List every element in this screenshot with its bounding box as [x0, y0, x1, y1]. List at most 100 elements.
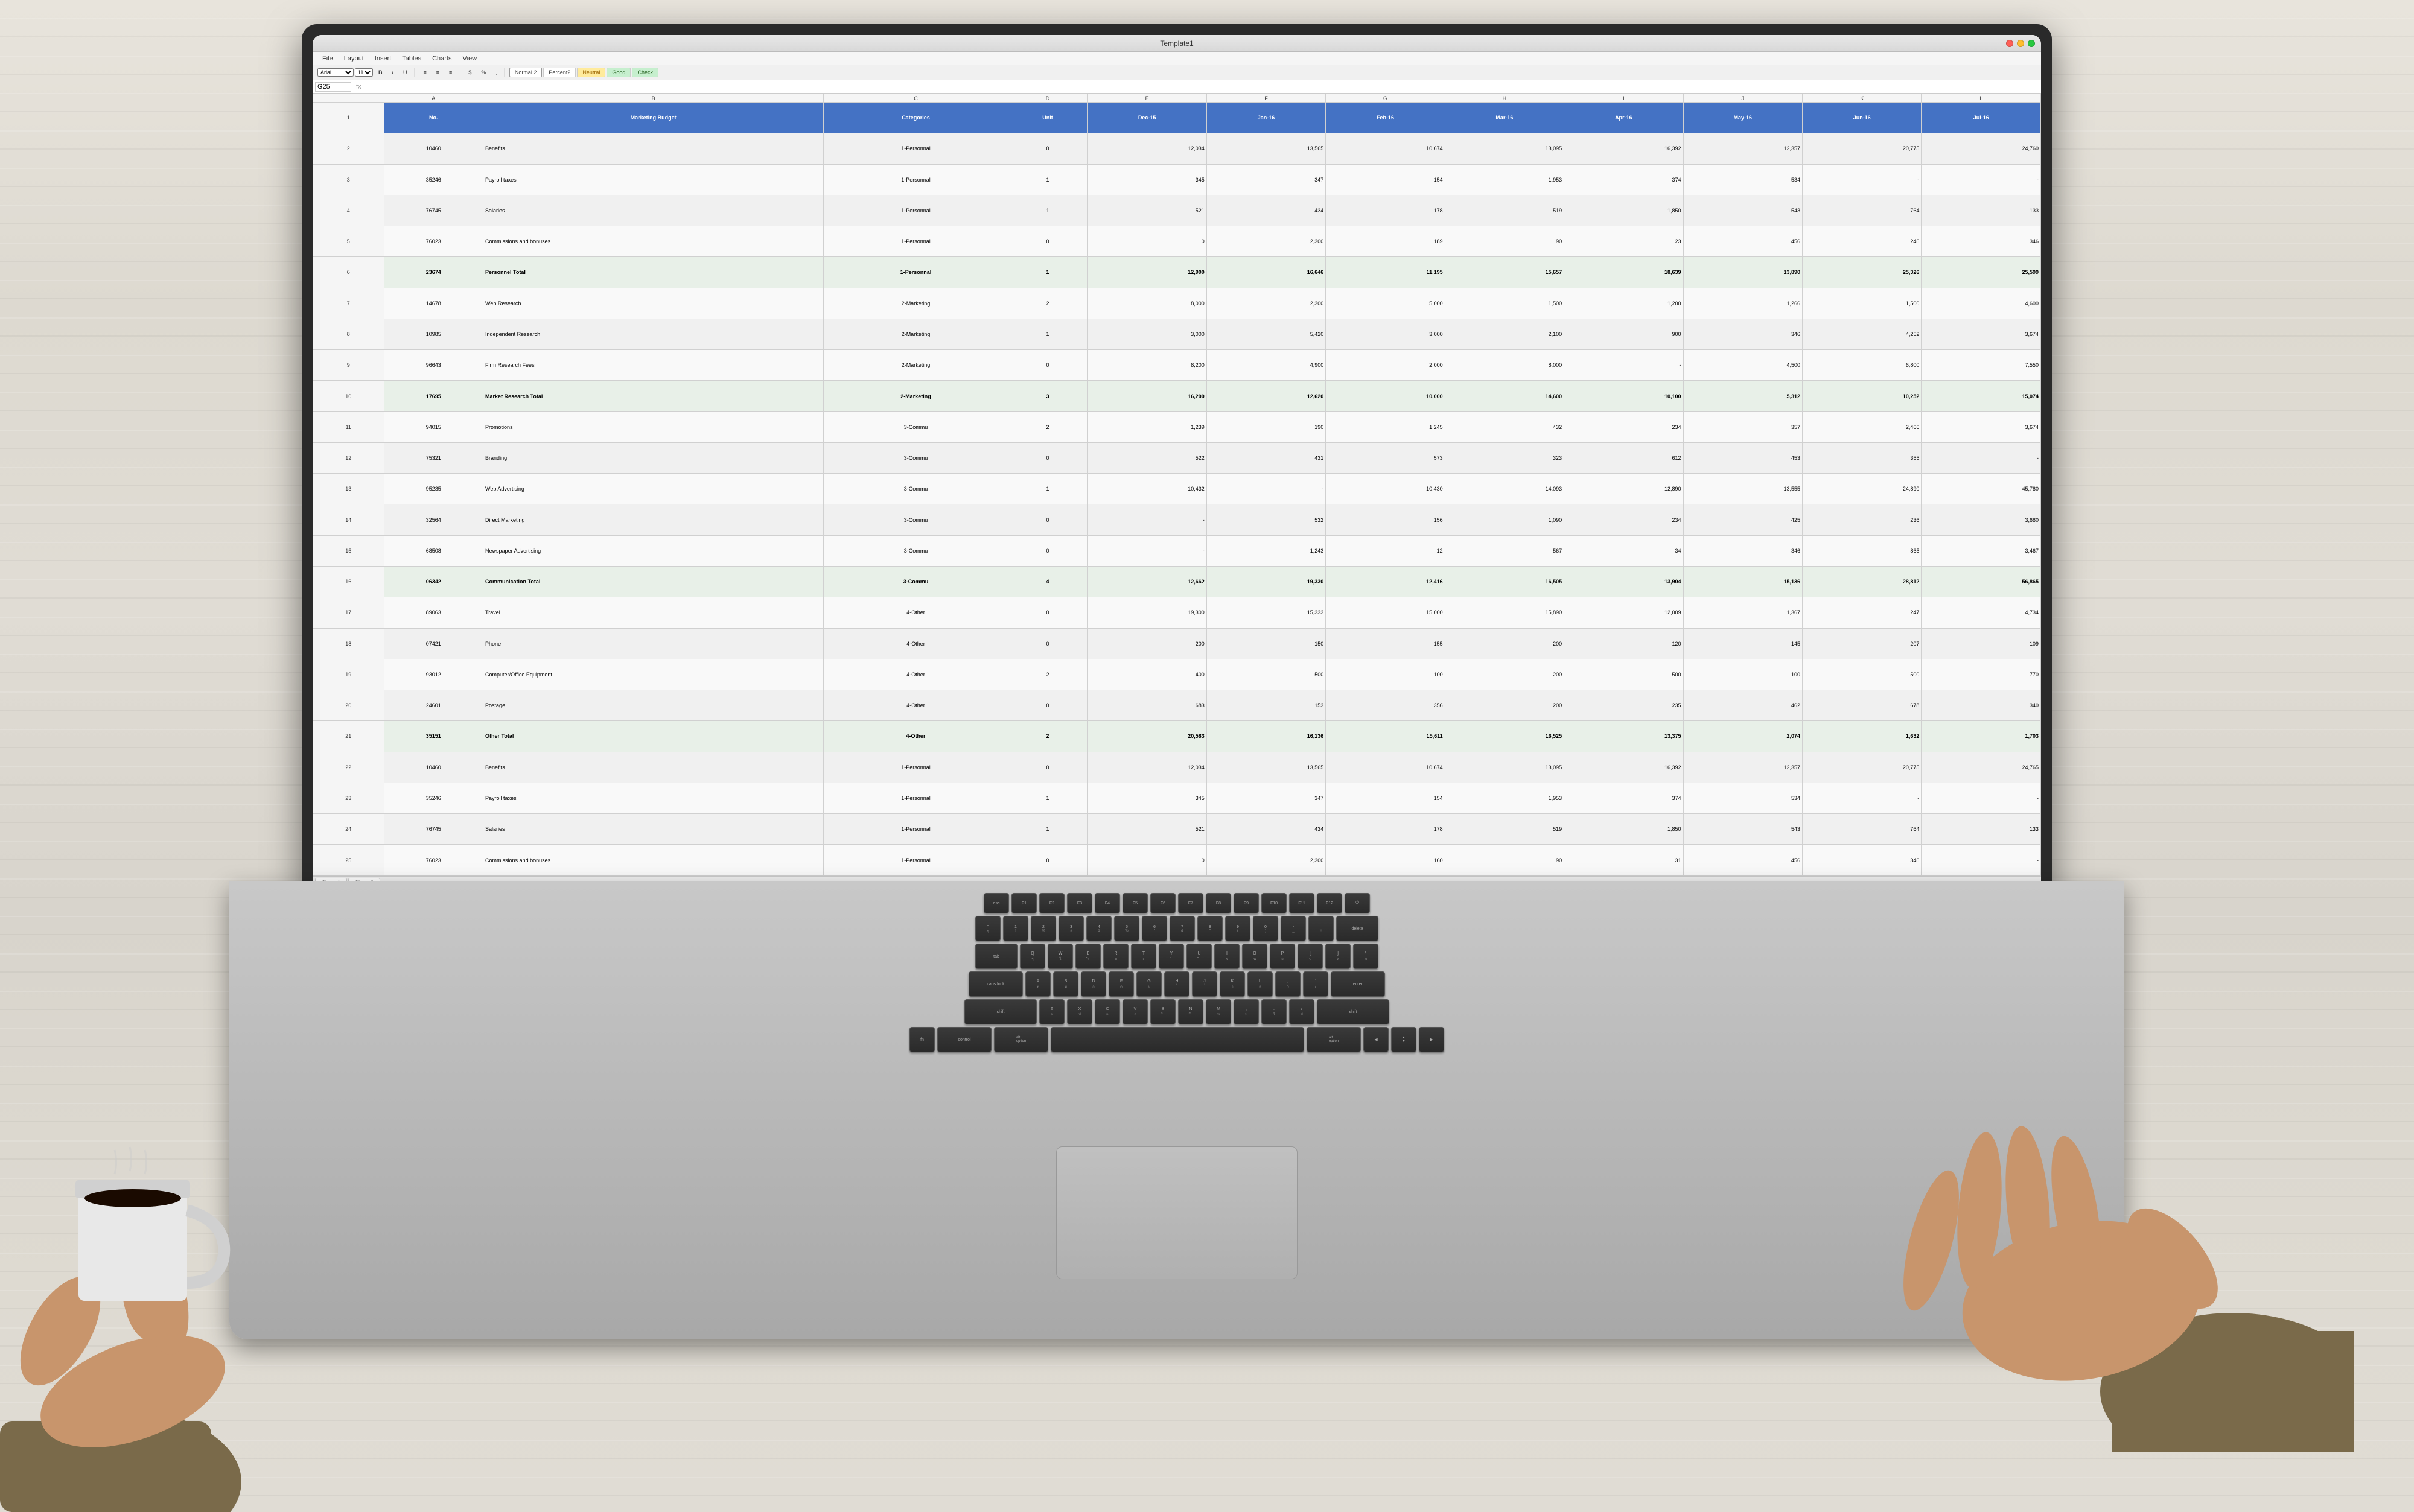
cell-no[interactable]: No. — [384, 103, 483, 133]
key-b[interactable]: Bิ — [1150, 999, 1176, 1024]
cell-jul16[interactable]: 3,674 — [1922, 411, 2041, 442]
cell-apr16[interactable]: 31 — [1564, 845, 1683, 876]
cell-unit[interactable]: 0 — [1008, 597, 1088, 628]
cell-jun16[interactable]: 236 — [1802, 504, 1921, 535]
cell-may16[interactable]: 12,357 — [1683, 133, 1802, 164]
col-C-header[interactable]: C — [824, 94, 1008, 103]
key-f3[interactable]: F3 — [1067, 893, 1092, 913]
cell-may16[interactable]: 1,266 — [1683, 288, 1802, 319]
cell-category[interactable]: 1-Personnal — [824, 226, 1008, 257]
cell-mar16[interactable]: 432 — [1445, 411, 1564, 442]
key-k[interactable]: Kา — [1220, 971, 1245, 997]
cell-feb16[interactable]: 155 — [1326, 628, 1445, 659]
cell-jan16[interactable]: Jan-16 — [1206, 103, 1325, 133]
cell-category[interactable]: 3-Commu — [824, 535, 1008, 566]
cell-dec15[interactable]: Dec-15 — [1088, 103, 1206, 133]
key-f1[interactable]: F1 — [1011, 893, 1037, 913]
key-d[interactable]: Dก — [1081, 971, 1106, 997]
cell-jul16[interactable]: 109 — [1922, 628, 2041, 659]
cell-no[interactable]: 06342 — [384, 566, 483, 597]
cell-feb16[interactable]: 189 — [1326, 226, 1445, 257]
key-f12[interactable]: F12 — [1317, 893, 1342, 913]
close-button[interactable] — [2006, 40, 2013, 47]
cell-dec15[interactable]: 19,300 — [1088, 597, 1206, 628]
cell-dec15[interactable]: - — [1088, 535, 1206, 566]
table-row[interactable]: 1993012Computer/Office Equipment4-Other2… — [313, 659, 2041, 690]
key-alt-r[interactable]: altoption — [1307, 1027, 1361, 1052]
cell-name[interactable]: Phone — [483, 628, 824, 659]
cell-unit[interactable]: 0 — [1008, 133, 1088, 164]
key-y[interactable]: Yั — [1159, 944, 1184, 969]
cell-unit[interactable]: Unit — [1008, 103, 1088, 133]
cell-name[interactable]: Benefits — [483, 133, 824, 164]
col-G-header[interactable]: G — [1326, 94, 1445, 103]
key-4[interactable]: 4$ — [1086, 916, 1112, 941]
cell-feb16[interactable]: 10,674 — [1326, 133, 1445, 164]
cell-no[interactable]: 76023 — [384, 226, 483, 257]
cell-jul16[interactable]: 15,074 — [1922, 381, 2041, 411]
cell-jun16[interactable]: 1,632 — [1802, 721, 1921, 752]
col-A-header[interactable]: A — [384, 94, 483, 103]
cell-dec15[interactable]: 521 — [1088, 814, 1206, 845]
cell-no[interactable]: 68508 — [384, 535, 483, 566]
cell-jun16[interactable]: 25,326 — [1802, 257, 1921, 288]
cell-may16[interactable]: 543 — [1683, 195, 1802, 226]
cell-category[interactable]: 1-Personnal — [824, 783, 1008, 813]
cell-jan16[interactable]: 347 — [1206, 783, 1325, 813]
cell-jun16[interactable]: Jun-16 — [1802, 103, 1921, 133]
cell-dec15[interactable]: 345 — [1088, 783, 1206, 813]
cell-feb16[interactable]: 100 — [1326, 659, 1445, 690]
key-p[interactable]: Pย — [1270, 944, 1295, 969]
cell-feb16[interactable]: 10,000 — [1326, 381, 1445, 411]
key-m[interactable]: Mท — [1206, 999, 1231, 1024]
table-row[interactable]: 810985Independent Research2-Marketing13,… — [313, 319, 2041, 349]
cell-feb16[interactable]: 10,430 — [1326, 474, 1445, 504]
cell-unit[interactable]: 2 — [1008, 288, 1088, 319]
key-delete[interactable]: delete — [1336, 916, 1378, 941]
cell-name[interactable]: Computer/Office Equipment — [483, 659, 824, 690]
cell-no[interactable]: 14678 — [384, 288, 483, 319]
cell-dec15[interactable]: 12,900 — [1088, 257, 1206, 288]
cell-jan16[interactable]: 4,900 — [1206, 350, 1325, 381]
cell-jan16[interactable]: 15,333 — [1206, 597, 1325, 628]
key-q[interactable]: Qๆ — [1020, 944, 1045, 969]
cell-apr16[interactable]: 900 — [1564, 319, 1683, 349]
cell-name[interactable]: Personnel Total — [483, 257, 824, 288]
table-row[interactable]: 210460Benefits1-Personnal012,03413,56510… — [313, 133, 2041, 164]
key-power[interactable]: ⏻ — [1345, 893, 1370, 913]
table-row[interactable]: 1No.Marketing BudgetCategoriesUnitDec-15… — [313, 103, 2041, 133]
cell-feb16[interactable]: 178 — [1326, 814, 1445, 845]
cell-feb16[interactable]: 2,000 — [1326, 350, 1445, 381]
col-F-header[interactable]: F — [1206, 94, 1325, 103]
cell-category[interactable]: 2-Marketing — [824, 319, 1008, 349]
cell-may16[interactable]: 346 — [1683, 319, 1802, 349]
cell-jul16[interactable]: 1,703 — [1922, 721, 2041, 752]
cell-name[interactable]: Independent Research — [483, 319, 824, 349]
cell-may16[interactable]: 357 — [1683, 411, 1802, 442]
key-enter[interactable]: enter — [1331, 971, 1385, 997]
cell-jul16[interactable]: - — [1922, 783, 2041, 813]
cell-apr16[interactable]: 16,392 — [1564, 133, 1683, 164]
cell-jun16[interactable]: 865 — [1802, 535, 1921, 566]
cell-unit[interactable]: 2 — [1008, 411, 1088, 442]
cell-category[interactable]: 4-Other — [824, 659, 1008, 690]
cell-unit[interactable]: 4 — [1008, 566, 1088, 597]
cell-no[interactable]: 10460 — [384, 133, 483, 164]
cell-unit[interactable]: 1 — [1008, 164, 1088, 195]
cell-name[interactable]: Other Total — [483, 721, 824, 752]
col-K-header[interactable]: K — [1802, 94, 1921, 103]
cell-jan16[interactable]: 12,620 — [1206, 381, 1325, 411]
table-row[interactable]: 1017695Market Research Total2-Marketing3… — [313, 381, 2041, 411]
cell-name[interactable]: Firm Research Fees — [483, 350, 824, 381]
key-i[interactable]: Iร — [1214, 944, 1240, 969]
cell-apr16[interactable]: 13,375 — [1564, 721, 1683, 752]
cell-feb16[interactable]: 12 — [1326, 535, 1445, 566]
cell-unit[interactable]: 0 — [1008, 226, 1088, 257]
cell-feb16[interactable]: 356 — [1326, 690, 1445, 721]
cell-unit[interactable]: 0 — [1008, 504, 1088, 535]
cell-jun16[interactable]: 20,775 — [1802, 133, 1921, 164]
key-tilde[interactable]: ~ๆ — [975, 916, 1001, 941]
cell-may16[interactable]: 15,136 — [1683, 566, 1802, 597]
cell-jan16[interactable]: 532 — [1206, 504, 1325, 535]
cell-mar16[interactable]: 1,500 — [1445, 288, 1564, 319]
